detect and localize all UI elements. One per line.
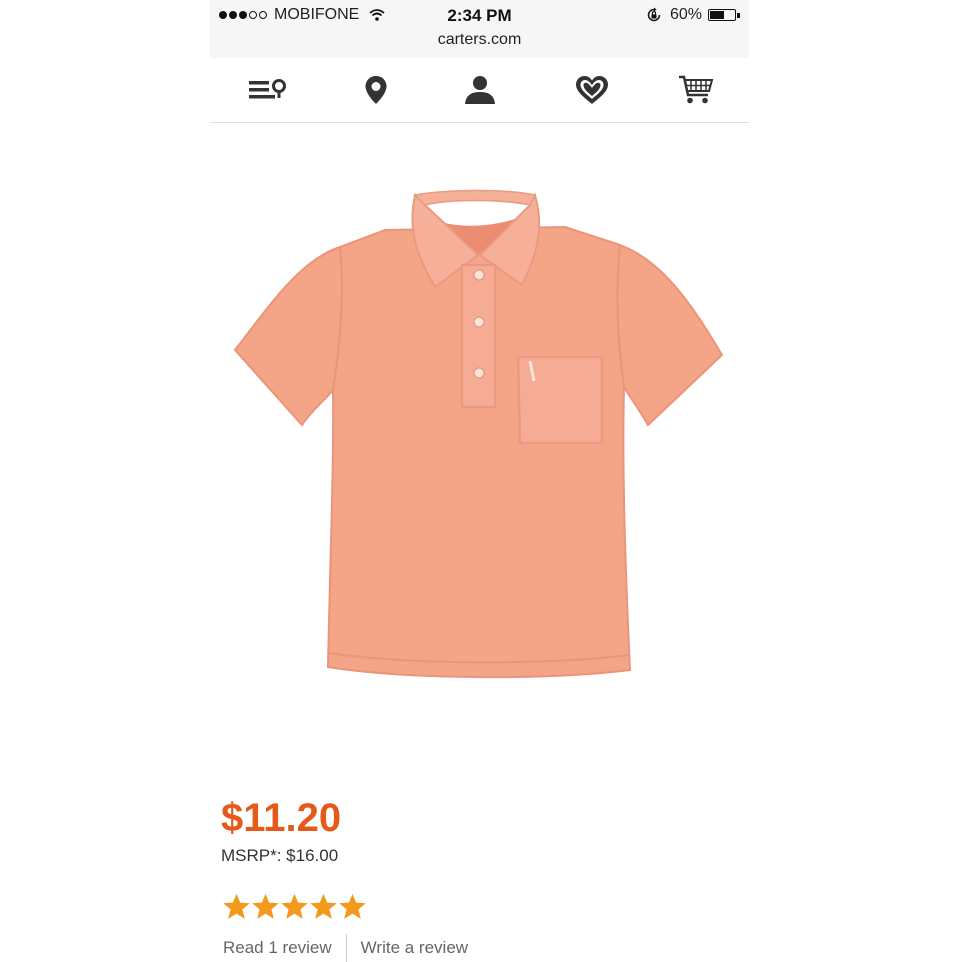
battery-icon [708,9,736,21]
account-button[interactable] [460,72,500,108]
location-pin-icon [365,76,387,104]
status-bar: MOBIFONE 2:34 PM 60% carters.com [210,0,749,59]
site-nav-bar [210,58,749,123]
star-icon [310,893,337,919]
star-icon [223,893,250,919]
read-review-link[interactable]: Read 1 review [223,938,332,958]
product-image[interactable] [230,175,730,695]
battery-percent: 60% [669,6,702,23]
divider [345,934,347,962]
cart-button[interactable] [676,72,716,108]
cart-icon [679,75,714,104]
star-rating [222,892,367,921]
rotation-lock-icon [647,7,661,22]
wishlist-button[interactable] [572,72,612,108]
account-icon [465,76,495,104]
msrp-price: MSRP*: $16.00 [221,846,339,865]
address-bar-url[interactable]: carters.com [210,31,749,49]
star-icon [252,893,279,919]
menu-search-button[interactable] [248,72,288,108]
review-links: Read 1 review Write a review [223,934,468,962]
star-icon [339,893,366,919]
heart-icon [576,76,608,104]
write-review-link[interactable]: Write a review [361,938,468,958]
star-icon [281,893,308,919]
phone-screen: MOBIFONE 2:34 PM 60% carters.com $11.20 … [210,0,749,962]
product-price: $11.20 [221,796,342,840]
battery-tip [737,12,740,18]
battery-status: 60% [646,6,740,24]
store-locator-button[interactable] [356,72,396,108]
menu-search-icon [249,79,286,99]
